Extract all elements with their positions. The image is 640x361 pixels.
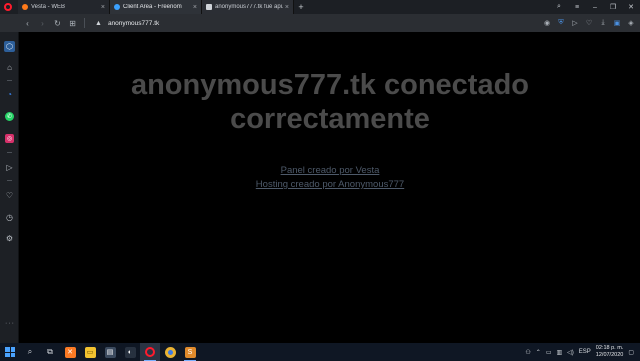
headline-line-1: anonymous777.tk conectado (130, 69, 530, 101)
clock-time: 02:18 p. m. (595, 345, 624, 351)
tab-label: anonymous777.tk fué apu… (215, 4, 283, 10)
history-icon[interactable]: ◷ (4, 212, 15, 223)
settings-gear-icon[interactable]: ⚙ (4, 233, 15, 244)
more-icon[interactable]: ··· (5, 320, 15, 327)
tabs-grid-icon[interactable]: ⊞ (65, 19, 80, 28)
tab-vesta[interactable]: Vesta - WEB × (18, 0, 110, 14)
instagram-icon[interactable]: ◎ (5, 134, 14, 143)
address-bar: ‹ › ↻ ⊞ ▲ anonymous777.tk ◉ ⛨ ▷ ♡ ⤓ ▣ ◈ (0, 14, 640, 32)
sidebar: ⬡ ⌂ ◔ ✆ ◎ ▷ ♡ ◷ ⚙ ··· (0, 32, 19, 343)
forward-icon[interactable]: › (35, 19, 50, 28)
tab-anonymous[interactable]: anonymous777.tk fué apu… × (202, 0, 294, 14)
app-icon[interactable]: ▤ (100, 343, 120, 361)
maximize-icon[interactable]: ❐ (604, 3, 622, 11)
chrome-icon[interactable] (160, 343, 180, 361)
translate-icon[interactable]: ▣ (612, 18, 622, 28)
not-secure-icon[interactable]: ▲ (95, 20, 102, 27)
menu-icon[interactable]: ≡ (568, 4, 586, 11)
opera-taskbar-icon[interactable] (140, 343, 160, 361)
messenger-icon[interactable]: ◔ (4, 89, 15, 100)
url-field[interactable]: anonymous777.tk (108, 20, 159, 27)
search-tabs-icon[interactable]: ⌕ (550, 3, 568, 11)
xampp-icon[interactable]: ✕ (60, 343, 80, 361)
new-tab-button[interactable]: + (294, 0, 308, 14)
people-icon[interactable]: ⚇ (525, 349, 530, 356)
start-button[interactable] (0, 343, 20, 361)
language-indicator[interactable]: ESP (579, 349, 591, 355)
page-favicon-icon (206, 4, 212, 10)
heart-icon[interactable]: ♡ (4, 190, 15, 201)
vesta-panel-link[interactable]: Panel creado por Vesta (20, 164, 640, 178)
opera-menu-icon[interactable] (4, 3, 12, 11)
system-tray: ⚇ ⌃ ▭ ▥ ◁) ESP 02:18 p. m. 12/07/2020 ▢ (525, 343, 640, 361)
network-icon[interactable]: ▥ (556, 349, 562, 356)
adblock-shield-icon[interactable]: ⛨ (556, 18, 566, 28)
extension-icon[interactable]: ◈ (626, 18, 636, 28)
heart-icon[interactable]: ♡ (584, 18, 594, 28)
sidebar-divider (7, 152, 12, 153)
window-controls: ⌕ ≡ – ❐ ✕ (550, 0, 640, 14)
camera-icon[interactable]: ◉ (542, 18, 552, 28)
notifications-icon[interactable]: ▢ (628, 349, 634, 356)
close-window-icon[interactable]: ✕ (622, 3, 640, 11)
workspace-icon[interactable]: ⬡ (4, 41, 15, 52)
sublime-text-icon[interactable]: S (180, 343, 200, 361)
clock[interactable]: 02:18 p. m. 12/07/2020 (596, 345, 624, 359)
sidebar-divider (7, 80, 12, 81)
task-view-icon[interactable]: ⧉ (40, 343, 60, 361)
divider (84, 18, 85, 28)
download-icon[interactable]: ⤓ (598, 18, 608, 28)
sidebar-divider (7, 180, 12, 181)
close-tab-icon[interactable]: × (193, 4, 197, 11)
tab-label: Client Area - Freenom (123, 4, 182, 10)
play-icon[interactable]: ▷ (570, 18, 580, 28)
player-icon[interactable]: ▷ (4, 162, 15, 173)
headline-line-2: correctamente (230, 103, 430, 135)
credits-links: Panel creado por Vesta Hosting creado po… (20, 164, 640, 192)
freenom-favicon-icon (114, 4, 120, 10)
tab-bar: Vesta - WEB × Client Area - Freenom × an… (0, 0, 640, 14)
show-hidden-icons-icon[interactable]: ⌃ (536, 349, 541, 356)
windows-logo-icon (5, 347, 15, 357)
search-icon[interactable]: ⌕ (20, 343, 40, 361)
home-icon[interactable]: ⌂ (4, 62, 15, 73)
address-bar-actions: ◉ ⛨ ▷ ♡ ⤓ ▣ ◈ (542, 14, 636, 32)
media-app-icon[interactable]: ◐ (120, 343, 140, 361)
page-headline: anonymous777.tk conectado correctamente (20, 68, 640, 136)
hosting-credit-link[interactable]: Hosting creado por Anonymous777 (20, 178, 640, 192)
file-explorer-icon[interactable]: ▭ (80, 343, 100, 361)
tab-freenom[interactable]: Client Area - Freenom × (110, 0, 202, 14)
taskbar: ⌕ ⧉ ✕ ▭ ▤ ◐ S ⚇ ⌃ ▭ ▥ ◁) ESP 02:18 p. m.… (0, 343, 640, 361)
page-viewport: anonymous777.tk conectado correctamente … (20, 32, 640, 343)
clock-date: 12/07/2020 (595, 352, 624, 358)
back-icon[interactable]: ‹ (20, 19, 35, 28)
tab-label: Vesta - WEB (31, 4, 66, 10)
vesta-favicon-icon (22, 4, 28, 10)
minimize-icon[interactable]: – (586, 4, 604, 11)
reload-icon[interactable]: ↻ (50, 19, 65, 28)
whatsapp-icon[interactable]: ✆ (5, 112, 14, 121)
close-tab-icon[interactable]: × (285, 4, 289, 11)
volume-icon[interactable]: ◁) (567, 349, 574, 356)
display-icon[interactable]: ▭ (546, 349, 552, 356)
close-tab-icon[interactable]: × (101, 4, 105, 11)
